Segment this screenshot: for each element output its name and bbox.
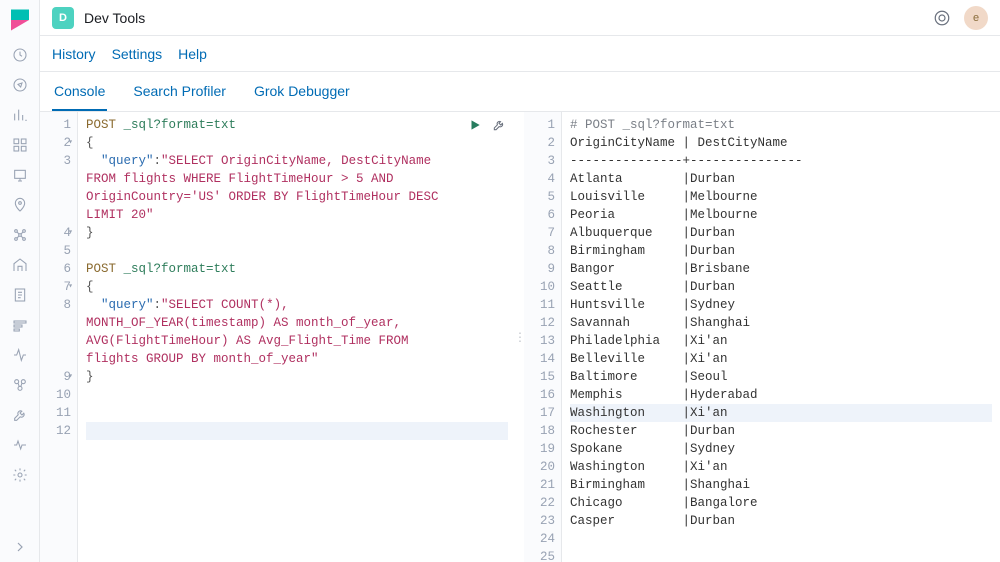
main-content: D Dev Tools e History Settings Help Cons… xyxy=(40,0,1000,562)
management-icon[interactable] xyxy=(0,460,40,490)
logs-icon[interactable] xyxy=(0,280,40,310)
user-avatar[interactable]: e xyxy=(964,6,988,30)
run-icon[interactable] xyxy=(468,118,482,139)
panes: 12▾34▾567▾89▾101112 POST _sql?format=txt… xyxy=(40,112,1000,562)
devtools-icon[interactable] xyxy=(0,400,40,430)
collapse-icon[interactable] xyxy=(0,532,40,562)
app-badge: D xyxy=(52,7,74,29)
editor-gutter: 12▾34▾567▾89▾101112 xyxy=(40,112,78,562)
canvas-icon[interactable] xyxy=(0,160,40,190)
response-output[interactable]: 1234567891011121314151617181920212223242… xyxy=(524,112,1000,562)
kibana-logo[interactable] xyxy=(8,8,32,32)
help-icon[interactable] xyxy=(928,4,956,32)
output-code: # POST _sql?format=txtOriginCityName | D… xyxy=(562,112,1000,562)
wrench-icon[interactable] xyxy=(492,118,506,139)
app-title: Dev Tools xyxy=(84,10,145,26)
uptime-icon[interactable] xyxy=(0,340,40,370)
dashboard-icon[interactable] xyxy=(0,130,40,160)
recently-viewed-icon[interactable] xyxy=(0,40,40,70)
ml-icon[interactable] xyxy=(0,220,40,250)
tab-grok-debugger[interactable]: Grok Debugger xyxy=(252,73,352,111)
tabs: Console Search Profiler Grok Debugger xyxy=(40,72,1000,112)
topbar: D Dev Tools e xyxy=(40,0,1000,36)
discover-icon[interactable] xyxy=(0,70,40,100)
help-link[interactable]: Help xyxy=(178,46,207,62)
history-link[interactable]: History xyxy=(52,46,96,62)
settings-link[interactable]: Settings xyxy=(112,46,163,62)
monitoring-icon[interactable] xyxy=(0,430,40,460)
editor-actions xyxy=(468,118,506,139)
tab-console[interactable]: Console xyxy=(52,73,107,111)
maps-icon[interactable] xyxy=(0,190,40,220)
editor-code[interactable]: POST _sql?format=txt{ "query":"SELECT Or… xyxy=(78,112,516,562)
pane-splitter[interactable]: ⋮ xyxy=(516,112,524,562)
visualize-icon[interactable] xyxy=(0,100,40,130)
menubar: History Settings Help xyxy=(40,36,1000,72)
tab-search-profiler[interactable]: Search Profiler xyxy=(131,73,228,111)
infrastructure-icon[interactable] xyxy=(0,250,40,280)
apm-icon[interactable] xyxy=(0,310,40,340)
left-nav xyxy=(0,0,40,562)
output-gutter: 1234567891011121314151617181920212223242… xyxy=(524,112,562,562)
siem-icon[interactable] xyxy=(0,370,40,400)
request-editor[interactable]: 12▾34▾567▾89▾101112 POST _sql?format=txt… xyxy=(40,112,516,562)
